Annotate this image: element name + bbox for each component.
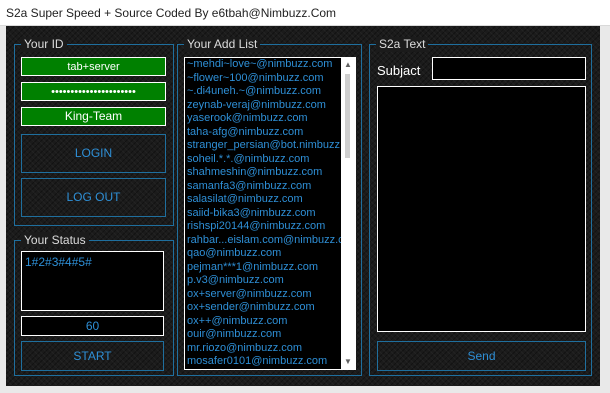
list-item[interactable]: ox+sender@nimbuzz.com	[187, 301, 343, 315]
logout-button[interactable]: LOG OUT	[21, 178, 166, 217]
window-right-border	[600, 26, 610, 393]
your-status-title: Your Status	[21, 233, 89, 247]
count-field[interactable]: 60	[21, 316, 164, 336]
window-title: S2a Super Speed + Source Coded By e6tbah…	[0, 0, 610, 26]
password-input[interactable]	[22, 83, 165, 101]
add-list-box[interactable]: ~mehdi~love~@nimbuzz.com ~flower~100@nimb…	[184, 57, 356, 370]
list-item[interactable]: yaserook@nimbuzz.com	[187, 112, 343, 126]
status-textbox[interactable]: 1#2#3#4#5#	[21, 251, 164, 311]
list-item[interactable]: mr.riozo@nimbuzz.com	[187, 342, 343, 356]
start-button[interactable]: START	[21, 341, 164, 371]
status-text: 1#2#3#4#5#	[25, 255, 92, 269]
send-button[interactable]: Send	[377, 341, 586, 371]
list-item[interactable]: ox+server@nimbuzz.com	[187, 288, 343, 302]
list-item[interactable]: zeynab-veraj@nimbuzz.com	[187, 99, 343, 113]
logout-label: LOG OUT	[66, 190, 121, 204]
list-item[interactable]: saiid-bika3@nimbuzz.com	[187, 207, 343, 221]
main-panel: Your ID King-Team LOGIN LOG OUT Your Sta…	[6, 26, 600, 386]
add-list-title: Your Add List	[184, 37, 261, 51]
s2a-text-title: S2a Text	[376, 37, 429, 51]
your-id-title: Your ID	[21, 37, 67, 51]
list-item[interactable]: qao@nimbuzz.com	[187, 247, 343, 261]
list-item[interactable]: soheil.*.*.@nimbuzz.com	[187, 153, 343, 167]
scroll-down-icon[interactable]: ▼	[341, 355, 355, 369]
password-field[interactable]	[21, 82, 166, 101]
subject-input[interactable]	[432, 57, 586, 80]
list-item[interactable]: ouir@nimbuzz.com	[187, 328, 343, 342]
scroll-thumb[interactable]	[345, 74, 350, 158]
resource-value: King-Team	[64, 109, 123, 123]
add-list-scrollbar[interactable]: ▲ ▼	[341, 58, 355, 369]
login-button[interactable]: LOGIN	[21, 134, 166, 173]
subject-label: Subjact	[377, 63, 421, 78]
scroll-up-icon[interactable]: ▲	[341, 58, 355, 72]
list-item[interactable]: taha-afg@nimbuzz.com	[187, 126, 343, 140]
list-item[interactable]: ~.di4uneh.~@nimbuzz.com	[187, 85, 343, 99]
list-item[interactable]: mokhatb@nimbuzz.com	[187, 369, 343, 370]
add-list-group: Your Add List ~mehdi~love~@nimbuzz.com ~f…	[177, 37, 362, 376]
list-item[interactable]: samanfa3@nimbuzz.com	[187, 180, 343, 194]
list-item[interactable]: rishspi20144@nimbuzz.com	[187, 220, 343, 234]
list-item[interactable]: ~mehdi~love~@nimbuzz.com	[187, 58, 343, 72]
resource-field[interactable]: King-Team	[21, 107, 166, 126]
username-input[interactable]	[22, 58, 165, 76]
list-item[interactable]: pejman***1@nimbuzz.com	[187, 261, 343, 275]
window-bottom-border	[0, 386, 610, 393]
list-item[interactable]: rahbar...eislam.com@nimbuzz.com	[187, 234, 355, 248]
list-item[interactable]: ~flower~100@nimbuzz.com	[187, 72, 343, 86]
list-item[interactable]: p.v3@nimbuzz.com	[187, 274, 343, 288]
login-label: LOGIN	[74, 146, 113, 160]
your-status-group: Your Status 1#2#3#4#5# 60 START	[14, 233, 174, 376]
start-label: START	[73, 349, 112, 363]
list-item[interactable]: stranger_persian@bot.nimbuzz.com	[187, 139, 355, 153]
message-textbox[interactable]	[377, 86, 586, 332]
your-id-group: Your ID King-Team LOGIN LOG OUT	[14, 37, 174, 226]
send-label: Send	[467, 349, 496, 363]
list-item[interactable]: mosafer0101@nimbuzz.com	[187, 355, 343, 369]
list-item[interactable]: shahmeshin@nimbuzz.com	[187, 166, 343, 180]
username-field[interactable]	[21, 57, 166, 76]
s2a-text-group: S2a Text Subjact Send	[369, 37, 592, 376]
list-item[interactable]: salasilat@nimbuzz.com	[187, 193, 343, 207]
count-value: 60	[85, 319, 100, 333]
add-list-items: ~mehdi~love~@nimbuzz.com ~flower~100@nimb…	[187, 58, 355, 370]
list-item[interactable]: ox++@nimbuzz.com	[187, 315, 343, 329]
